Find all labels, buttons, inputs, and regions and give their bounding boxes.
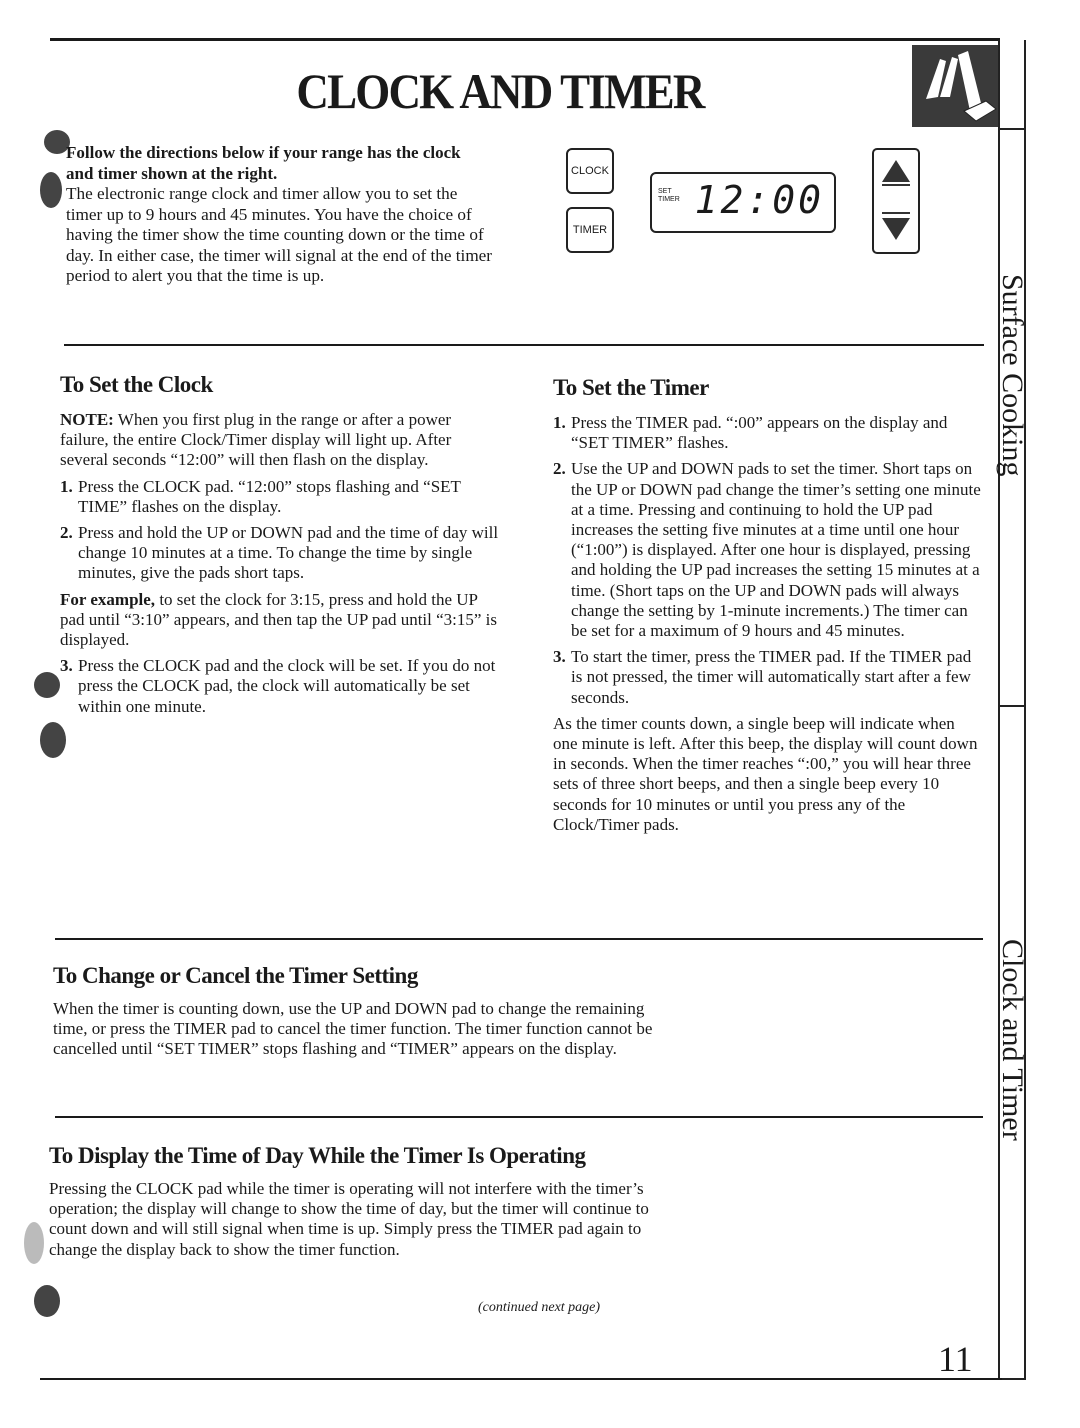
set-timer-step: 1. Press the TIMER pad. “:00” appears on … <box>553 413 983 453</box>
clock-pad[interactable]: CLOCK <box>566 148 614 194</box>
clock-display: SET TIMER 12:00 <box>650 172 836 233</box>
intro-note: Follow the directions below if your rang… <box>66 143 461 183</box>
step-number: 1. <box>60 476 73 496</box>
set-timer-heading: To Set the Timer <box>553 375 709 400</box>
step-number: 3. <box>553 647 566 667</box>
section-rule <box>64 344 984 346</box>
step-text: Use the UP and DOWN pads to set the time… <box>571 459 981 641</box>
timer-pad[interactable]: TIMER <box>566 207 614 253</box>
step-text: Press the TIMER pad. “:00” appears on th… <box>571 413 948 453</box>
display-time-of-day-body: Pressing the CLOCK pad while the timer i… <box>49 1179 649 1259</box>
top-rule <box>50 38 1000 41</box>
set-clock-step: 1. Press the CLOCK pad. “12:00” stops fla… <box>60 477 500 517</box>
section-rule <box>55 938 983 940</box>
set-clock-section: To Set the Clock NOTE: When you first pl… <box>60 372 500 723</box>
side-tab-divider <box>998 705 1026 707</box>
note-text: When you first plug in the range or afte… <box>60 410 452 470</box>
divider-line <box>882 184 910 186</box>
set-clock-heading: To Set the Clock <box>60 372 213 397</box>
up-arrow-icon[interactable] <box>882 160 910 182</box>
step-number: 2. <box>553 459 566 479</box>
step-text: To start the timer, press the TIMER pad.… <box>571 647 972 707</box>
step-text: Press and hold the UP or DOWN pad and th… <box>78 523 499 583</box>
example-label: For example, <box>60 589 156 609</box>
change-cancel-heading: To Change or Cancel the Timer Setting <box>53 963 418 988</box>
display-time-of-day-section: To Display the Time of Day While the Tim… <box>49 1143 669 1260</box>
set-clock-note: NOTE: When you first plug in the range o… <box>60 410 500 471</box>
divider-line <box>882 212 910 214</box>
down-arrow-icon[interactable] <box>882 218 910 240</box>
margin-punch-mark <box>34 672 60 698</box>
step-number: 3. <box>60 656 73 676</box>
side-tab-divider <box>998 1378 1026 1380</box>
margin-punch-mark <box>24 1222 44 1264</box>
side-tab-clock-and-timer[interactable]: Clock and Timer <box>996 920 1029 1160</box>
bottom-rule <box>40 1378 1002 1380</box>
display-label-set: SET <box>658 188 672 195</box>
display-label-timer: TIMER <box>658 196 680 203</box>
step-number: 1. <box>553 413 566 432</box>
intro-paragraph: The electronic range clock and timer all… <box>66 184 493 285</box>
margin-punch-mark <box>40 172 62 208</box>
hand-pressing-icon <box>912 45 1000 127</box>
page-number: 11 <box>938 1339 973 1379</box>
set-timer-section: To Set the Timer 1. Press the TIMER pad. … <box>553 375 983 841</box>
step-number: 2. <box>60 523 73 543</box>
side-tab-frame <box>998 40 1026 1380</box>
section-rule <box>55 1116 983 1118</box>
note-label: NOTE: <box>60 410 114 429</box>
set-clock-example: For example, to set the clock for 3:15, … <box>60 590 500 651</box>
step-text: Press the CLOCK pad. “12:00” stops flash… <box>78 476 461 516</box>
margin-punch-mark <box>34 1285 60 1317</box>
side-tab-surface-cooking[interactable]: Surface Cooking <box>996 250 1029 500</box>
set-clock-step: 3. Press the CLOCK pad and the clock will… <box>60 656 500 717</box>
display-set-timer-label: SET TIMER <box>658 188 680 204</box>
change-cancel-section: To Change or Cancel the Timer Setting Wh… <box>53 963 673 1060</box>
up-down-pad <box>872 148 920 254</box>
continued-note: (continued next page) <box>478 1300 601 1315</box>
page-title: CLOCK AND TIMER <box>296 63 705 119</box>
set-clock-step: 2. Press and hold the UP or DOWN pad and … <box>60 523 500 584</box>
set-timer-step: 2. Use the UP and DOWN pads to set the ti… <box>553 459 983 641</box>
display-time-value: 12:00 <box>694 178 824 222</box>
countdown-paragraph: As the timer counts down, a single beep … <box>553 713 978 834</box>
set-timer-step: 3. To start the timer, press the TIMER pa… <box>553 647 983 708</box>
change-cancel-body: When the timer is counting down, use the… <box>53 999 653 1059</box>
step-text: Press the CLOCK pad and the clock will b… <box>78 656 496 716</box>
display-time-of-day-heading: To Display the Time of Day While the Tim… <box>49 1143 586 1168</box>
side-tab-divider <box>998 128 1026 130</box>
margin-punch-mark <box>40 722 66 758</box>
